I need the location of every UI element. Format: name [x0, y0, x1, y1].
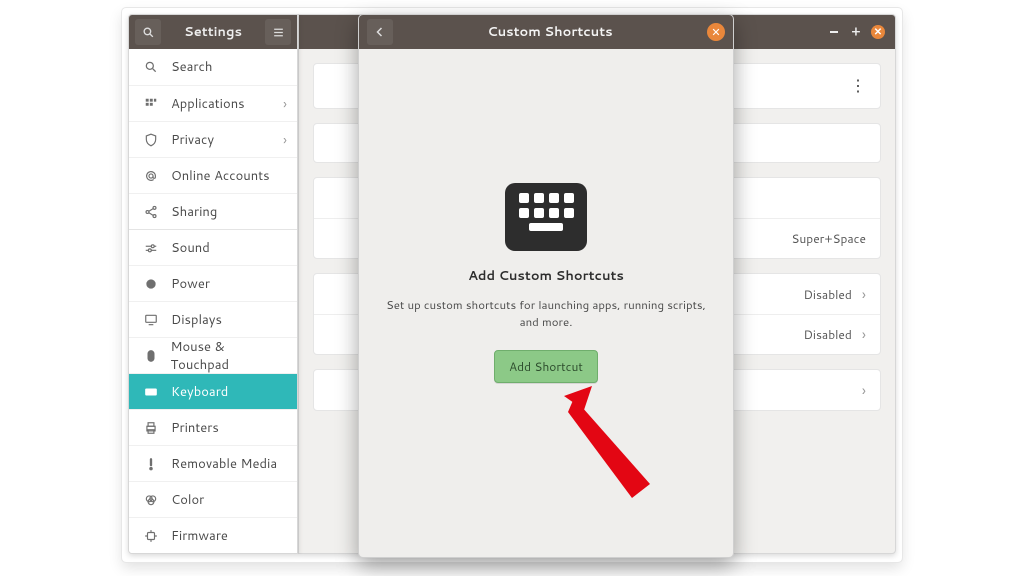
- shortcut-value: Super+Space: [791, 230, 866, 247]
- maximize-button[interactable]: [849, 25, 863, 39]
- chevron-right-icon: ›: [283, 130, 287, 150]
- sidebar-item-label: Search: [171, 58, 212, 76]
- chevron-right-icon: ›: [283, 94, 287, 114]
- sidebar-item-label: Privacy: [171, 131, 214, 149]
- settings-window: Settings Search Applications › Privacy › Onli…: [128, 14, 298, 554]
- sidebar-item-sharing[interactable]: Sharing: [129, 193, 297, 229]
- printer-icon: [143, 420, 159, 436]
- search-icon: [143, 59, 159, 75]
- sidebar-item-label: Firmware: [171, 527, 228, 545]
- chevron-right-icon: ›: [862, 380, 866, 401]
- sidebar-item-label: Removable Media: [171, 455, 277, 473]
- sidebar-item-privacy[interactable]: Privacy ›: [129, 121, 297, 157]
- sidebar-item-applications[interactable]: Applications ›: [129, 85, 297, 121]
- sidebar-item-label: Printers: [171, 419, 219, 437]
- settings-header: Settings: [129, 15, 297, 49]
- shortcut-value: Disabled: [804, 286, 852, 303]
- dialog-description: Set up custom shortcuts for launching ap…: [379, 297, 713, 329]
- dialog-body: Add Custom Shortcuts Set up custom short…: [359, 29, 733, 537]
- hamburger-button[interactable]: [265, 19, 291, 45]
- mouse-icon: [143, 348, 158, 364]
- sidebar-item-label: Sound: [171, 239, 210, 257]
- sidebar-item-printers[interactable]: Printers: [129, 409, 297, 445]
- chevron-right-icon: ›: [862, 284, 866, 305]
- sidebar-item-power[interactable]: Power: [129, 265, 297, 301]
- sidebar-item-search[interactable]: Search: [129, 49, 297, 85]
- sidebar-item-mouse-touchpad[interactable]: Mouse & Touchpad: [129, 337, 297, 373]
- chevron-right-icon: ›: [862, 324, 866, 345]
- sidebar-item-label: Applications: [171, 95, 245, 113]
- apps-icon: [143, 96, 159, 112]
- sidebar-item-removable-media[interactable]: Removable Media: [129, 445, 297, 481]
- settings-title: Settings: [184, 23, 242, 41]
- minimize-button[interactable]: [827, 25, 841, 39]
- at-icon: [143, 168, 159, 184]
- chip-icon: [143, 528, 159, 544]
- keyboard-icon: [505, 183, 587, 251]
- keyboard-icon: [143, 384, 159, 400]
- sidebar-item-color[interactable]: Color: [129, 481, 297, 517]
- shortcut-value: Disabled: [804, 326, 852, 343]
- sidebar-item-displays[interactable]: Displays: [129, 301, 297, 337]
- color-icon: [143, 492, 159, 508]
- power-icon: [143, 276, 159, 292]
- sidebar-item-sound[interactable]: Sound: [129, 229, 297, 265]
- sidebar-item-label: Sharing: [171, 203, 217, 221]
- sidebar-item-online-accounts[interactable]: Online Accounts: [129, 157, 297, 193]
- share-icon: [143, 204, 159, 220]
- sidebar-item-label: Online Accounts: [171, 167, 270, 185]
- shield-icon: [143, 132, 159, 148]
- sidebar-item-label: Displays: [171, 311, 222, 329]
- settings-sidebar: Search Applications › Privacy › Online Accoun…: [129, 49, 297, 553]
- sidebar-item-label: Mouse & Touchpad: [170, 338, 283, 374]
- close-button[interactable]: ✕: [871, 25, 885, 39]
- sidebar-item-label: Keyboard: [171, 383, 228, 401]
- display-icon: [143, 312, 159, 328]
- usb-icon: [143, 456, 159, 472]
- sidebar-item-firmware[interactable]: Firmware: [129, 517, 297, 553]
- custom-shortcuts-dialog: Custom Shortcuts ✕ Add Custom Shortcuts …: [358, 14, 734, 558]
- search-button[interactable]: [135, 19, 161, 45]
- sound-icon: [143, 240, 159, 256]
- sidebar-item-label: Color: [171, 491, 204, 509]
- dialog-heading: Add Custom Shortcuts: [468, 267, 624, 285]
- sidebar-item-label: Power: [171, 275, 210, 293]
- add-shortcut-button[interactable]: Add Shortcut: [494, 350, 598, 383]
- sidebar-item-keyboard[interactable]: Keyboard: [129, 373, 297, 409]
